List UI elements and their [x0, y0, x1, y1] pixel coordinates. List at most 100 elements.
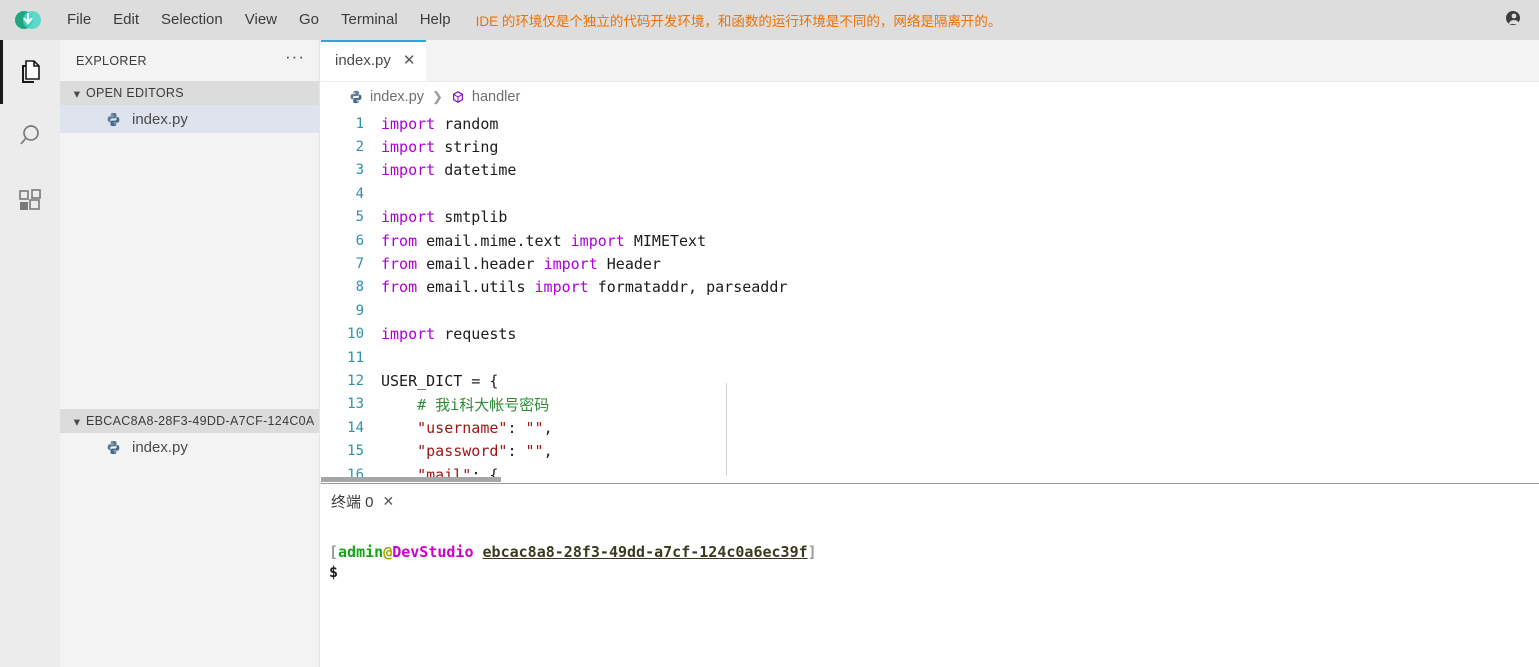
code-token: "username"	[417, 418, 508, 437]
editor-horizontal-scrollbar[interactable]	[321, 477, 501, 482]
prompt-host: DevStudio	[392, 543, 474, 561]
menu-bar: File Edit Selection View Go Terminal Hel…	[56, 0, 462, 40]
code-token: from	[381, 255, 418, 274]
breadcrumb: index.py ❯ handler	[321, 82, 1539, 112]
menu-go[interactable]: Go	[288, 0, 330, 40]
line-number: 3	[355, 162, 364, 179]
panel-tab-label: 终端 0	[331, 493, 374, 511]
code-line-text: import random	[381, 115, 498, 133]
account-icon[interactable]	[1499, 7, 1521, 34]
line-number: 7	[355, 256, 364, 273]
line-number: 15	[347, 443, 364, 460]
code-token: USER_DICT = {	[381, 371, 499, 390]
activity-bar	[0, 40, 60, 667]
panel-tab-terminal-0[interactable]: 终端 0 ✕	[331, 491, 394, 512]
line-number: 2	[355, 139, 364, 156]
code-line-text: from email.mime.text import MIMEText	[381, 232, 706, 250]
breadcrumb-symbol[interactable]: handler	[451, 89, 520, 105]
activity-item-explorer[interactable]	[0, 40, 60, 104]
workspace-folder-label: EBCAC8A8-28F3-49DD-A7CF-124C0A	[86, 414, 315, 428]
code-token: import	[381, 138, 436, 157]
code-line-text: # 我i科大帐号密码	[381, 394, 549, 415]
editor-tab-index-py[interactable]: index.py ✕	[321, 40, 427, 81]
line-number: 6	[355, 232, 364, 249]
activity-item-extensions[interactable]	[0, 168, 60, 232]
more-actions-icon[interactable]: ···	[285, 48, 305, 70]
line-number: 9	[355, 302, 364, 319]
chevron-down-icon: ▾	[73, 86, 81, 101]
code-token: import	[543, 255, 598, 274]
section-workspace-folder[interactable]: ▾ EBCAC8A8-28F3-49DD-A7CF-124C0A	[60, 409, 319, 433]
code-token: Header	[597, 255, 661, 274]
titlebar-right-actions[interactable]	[1499, 0, 1539, 40]
indent-guide	[726, 383, 727, 476]
file-item-label: index.py	[132, 438, 188, 456]
code-token: :	[507, 442, 526, 461]
app-logo[interactable]	[0, 0, 56, 40]
line-number: 14	[347, 419, 364, 436]
code-line: 12 USER_DICT = {	[321, 369, 1539, 392]
code-token: ,	[543, 418, 553, 437]
code-line: 15 "password": "",	[321, 439, 1539, 462]
menu-view[interactable]: View	[234, 0, 288, 40]
code-line-text: from email.utils import formataddr, pars…	[381, 278, 787, 296]
extensions-icon	[17, 187, 43, 213]
code-line: 4	[321, 182, 1539, 205]
prompt-path: ebcac8a8-28f3-49dd-a7cf-124c0a6ec39f	[482, 543, 808, 561]
code-line: 13 # 我i科大帐号密码	[321, 393, 1539, 416]
section-open-editors[interactable]: ▾ OPEN EDITORS	[60, 81, 319, 105]
open-editor-item-index-py[interactable]: index.py	[60, 105, 319, 133]
terminal-input-line[interactable]: $	[329, 562, 1539, 582]
code-line-text: import smtplib	[381, 208, 507, 226]
menu-edit[interactable]: Edit	[102, 0, 150, 40]
code-line-text: import datetime	[381, 161, 516, 179]
menu-terminal[interactable]: Terminal	[330, 0, 409, 40]
files-icon	[17, 59, 43, 85]
prompt-user: admin	[338, 543, 384, 561]
code-line: 9	[321, 299, 1539, 322]
code-token: string	[435, 138, 499, 157]
close-icon[interactable]: ✕	[403, 53, 416, 68]
code-token: requests	[435, 325, 517, 344]
code-editor[interactable]: 1 import random 2 import string 3 import date…	[321, 112, 1539, 481]
close-icon[interactable]: ✕	[383, 494, 395, 508]
breadcrumb-symbol-label: handler	[471, 89, 521, 105]
line-number: 11	[347, 349, 364, 366]
code-line-text: "password": "",	[381, 442, 553, 461]
code-line: 11	[321, 346, 1539, 369]
code-token: email.mime.text	[417, 231, 571, 250]
code-token: import	[570, 231, 625, 250]
panel-tab-bar: 终端 0 ✕	[321, 484, 1539, 518]
code-line: 7 from email.header import Header	[321, 252, 1539, 275]
menu-file[interactable]: File	[56, 0, 102, 40]
code-line-text: from email.header import Header	[381, 255, 661, 273]
code-line: 3 import datetime	[321, 159, 1539, 182]
line-number: 4	[355, 185, 364, 202]
sidebar-title: EXPLORER	[76, 53, 147, 68]
code-line: 10 import requests	[321, 323, 1539, 346]
line-number: 10	[347, 326, 364, 343]
menu-help[interactable]: Help	[409, 0, 462, 40]
menu-selection[interactable]: Selection	[150, 0, 234, 40]
code-token: ,	[543, 442, 553, 461]
line-number: 12	[347, 372, 364, 389]
code-token: email.utils	[417, 278, 535, 297]
breadcrumb-file[interactable]: index.py	[349, 89, 424, 105]
open-editor-label: index.py	[132, 110, 188, 128]
code-token: import	[381, 161, 436, 180]
file-item-index-py[interactable]: index.py	[60, 433, 319, 461]
prompt-bracket-open: [	[329, 543, 339, 561]
code-token: import	[381, 114, 436, 133]
line-number: 8	[355, 279, 364, 296]
code-token: MIMEText	[624, 231, 707, 250]
code-token: smtplib	[435, 208, 508, 227]
terminal-output[interactable]: [admin@DevStudio ebcac8a8-28f3-49dd-a7cf…	[321, 518, 1539, 582]
prompt-bracket-close: ]	[807, 543, 817, 561]
activity-item-search[interactable]	[0, 104, 60, 168]
code-line-text: USER_DICT = {	[381, 372, 498, 390]
search-icon	[17, 123, 43, 149]
line-number: 1	[355, 115, 364, 132]
